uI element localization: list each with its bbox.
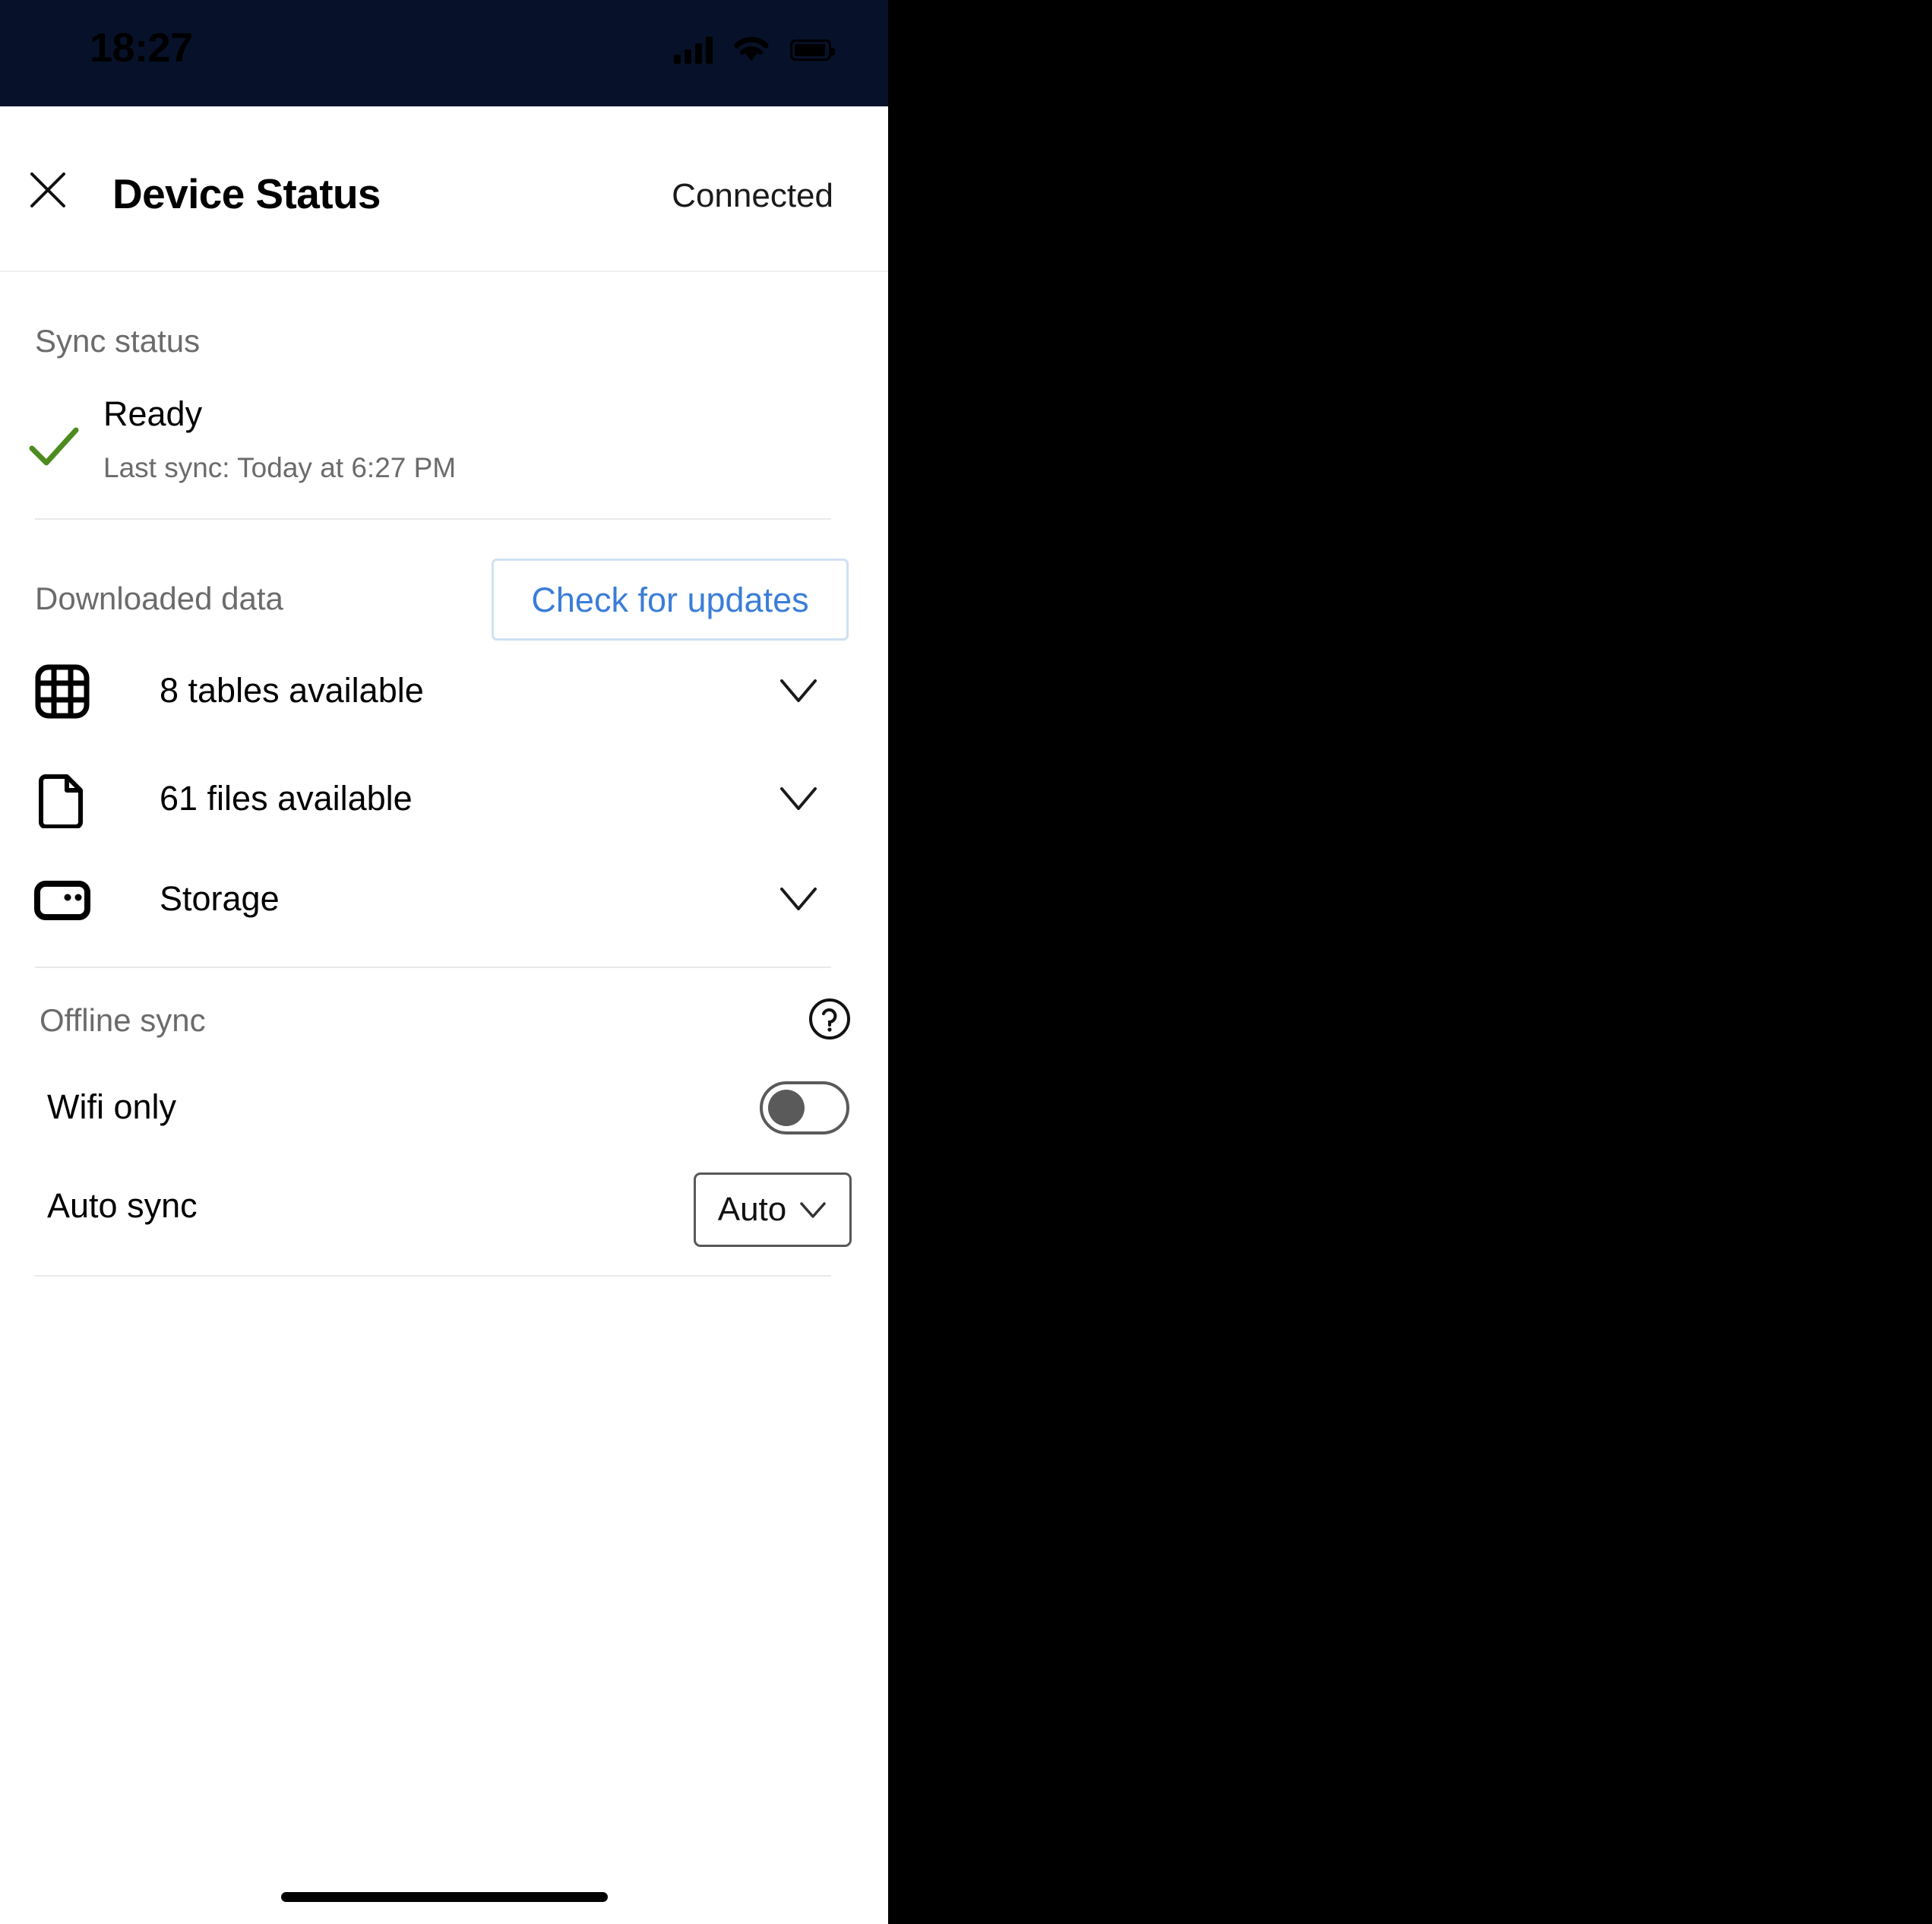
header-bar: Device Status Connected (0, 106, 888, 272)
connection-status-label: Connected (672, 177, 833, 214)
check-icon (24, 416, 82, 474)
downloaded-data-section-label: Downloaded data (35, 581, 283, 616)
section-divider (35, 967, 831, 968)
phone-screen: 18:27 Device Status Connected Sync statu… (0, 0, 888, 1924)
last-sync-label: Last sync: Today at 6:27 PM (103, 452, 457, 483)
data-row-label: 61 files available (160, 779, 413, 818)
status-bar: 18:27 (0, 0, 888, 106)
check-for-updates-label: Check for updates (531, 580, 809, 619)
auto-sync-selected-value: Auto (717, 1191, 787, 1228)
auto-sync-label: Auto sync (47, 1186, 198, 1225)
data-row-storage[interactable]: Storage (0, 854, 866, 945)
status-bar-icons (674, 30, 835, 70)
table-grid-icon (33, 663, 91, 720)
chevron-down-icon[interactable] (778, 881, 819, 916)
sync-state-label: Ready (103, 394, 203, 433)
storage-drive-icon (33, 871, 91, 929)
data-row-files[interactable]: 61 files available (0, 754, 866, 845)
battery-icon (790, 40, 835, 61)
chevron-down-icon[interactable] (778, 781, 819, 816)
status-bar-clock: 18:27 (90, 25, 193, 71)
data-row-label: Storage (160, 879, 280, 918)
offline-sync-section-label: Offline sync (40, 1002, 206, 1038)
toggle-knob (768, 1090, 805, 1126)
chevron-down-icon[interactable] (778, 673, 819, 708)
chevron-down-icon (798, 1198, 827, 1221)
wifi-only-label: Wifi only (47, 1087, 177, 1126)
check-for-updates-button[interactable]: Check for updates (492, 559, 849, 641)
home-indicator (281, 1892, 608, 1902)
sync-status-section-label: Sync status (35, 323, 201, 359)
empty-black-area (888, 0, 1932, 1924)
auto-sync-select[interactable]: Auto (694, 1172, 852, 1247)
wifi-icon (732, 33, 770, 68)
wifi-only-toggle[interactable] (760, 1081, 849, 1134)
close-icon[interactable] (21, 163, 74, 217)
help-circle-icon[interactable] (808, 997, 852, 1041)
data-row-tables[interactable]: 8 tables available (0, 646, 866, 737)
section-divider (35, 1275, 831, 1277)
file-document-icon (33, 771, 91, 829)
data-row-label: 8 tables available (160, 671, 424, 710)
page-title: Device Status (112, 170, 381, 217)
signal-icon (674, 36, 713, 64)
section-divider (35, 518, 831, 520)
